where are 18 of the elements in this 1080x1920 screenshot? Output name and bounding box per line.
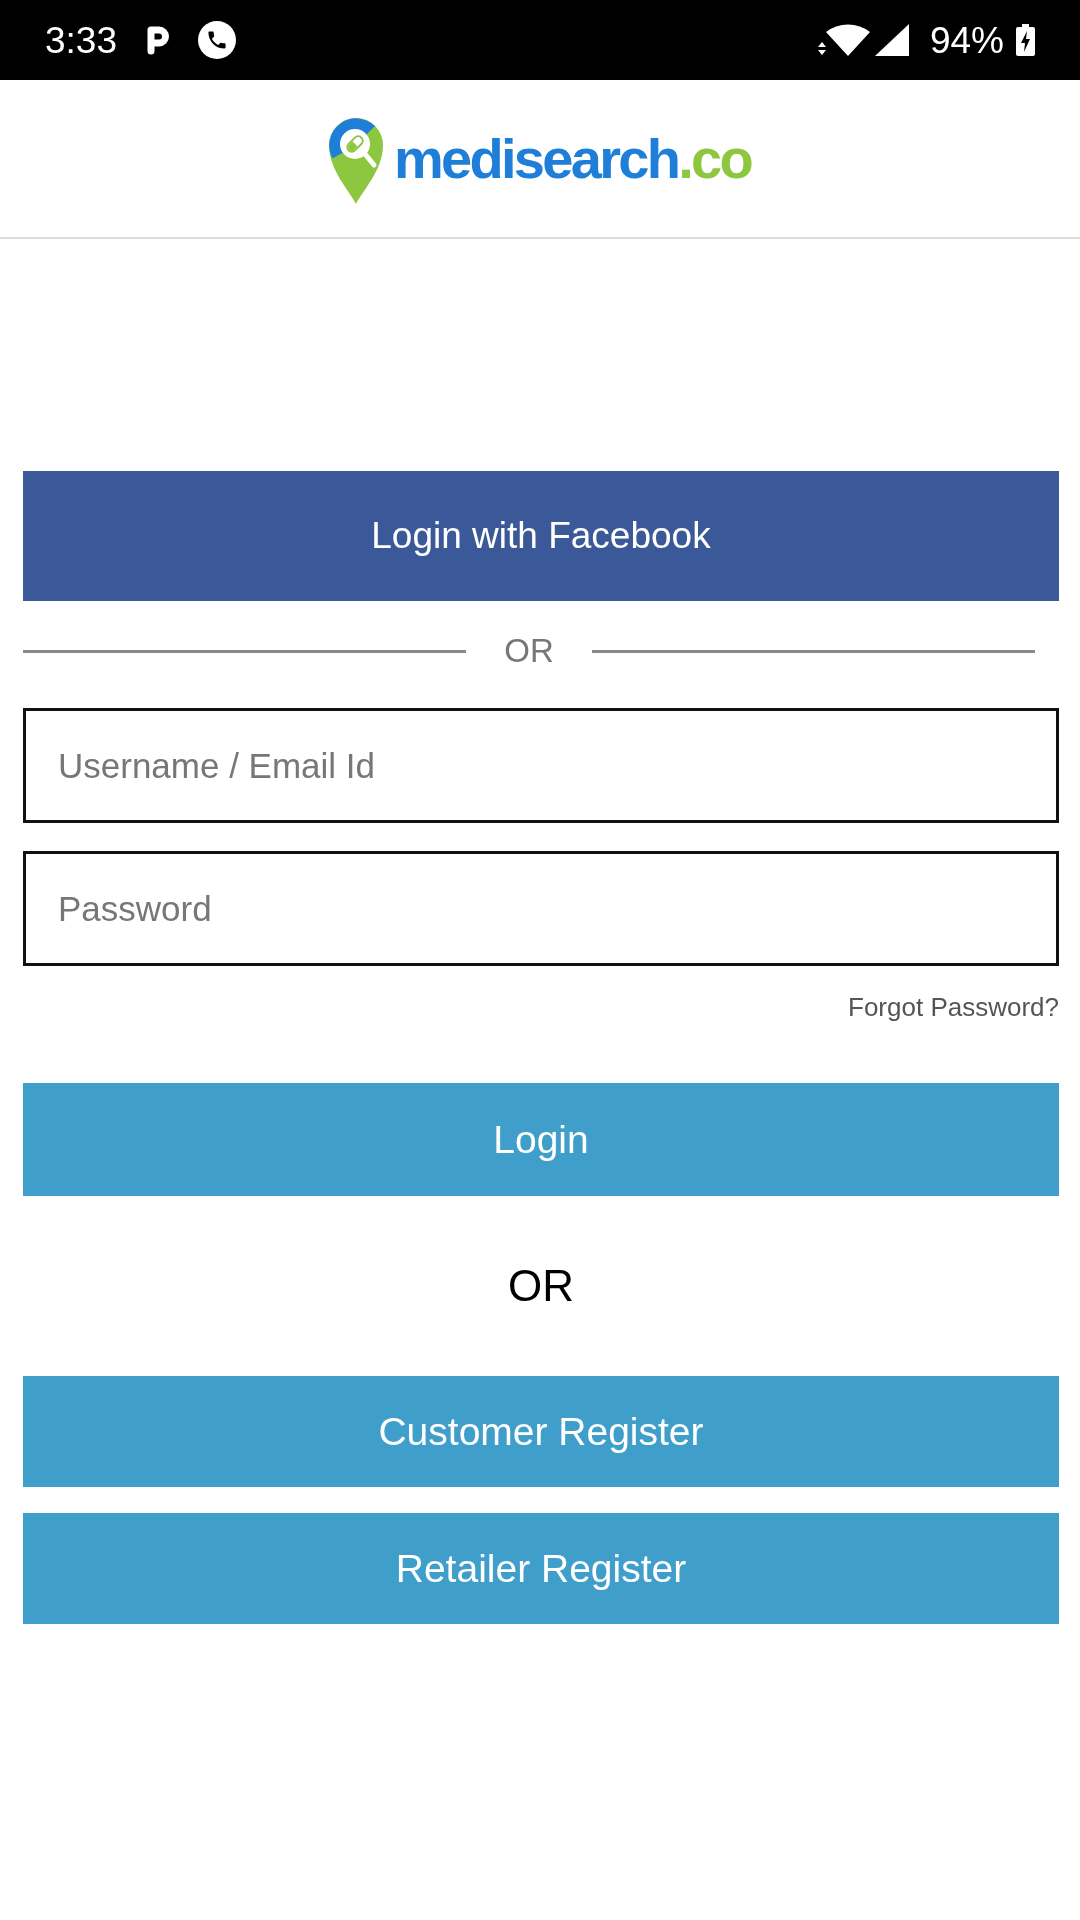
or-label: OR xyxy=(508,1261,574,1311)
username-field[interactable]: Username / Email Id xyxy=(23,708,1059,823)
register-button[interactable]: Retailer Register xyxy=(23,1513,1059,1624)
location-pin-icon xyxy=(328,117,383,204)
clock-time: 3:33 xyxy=(45,21,117,59)
facebook-login-button[interactable]: Login with Facebook xyxy=(23,471,1059,601)
brand-name: medisearch.co xyxy=(393,130,752,187)
forgot-password-link[interactable]: Forgot Password? xyxy=(848,992,1059,1022)
phone-icon xyxy=(198,21,236,59)
battery-percent: 94% xyxy=(929,21,1004,59)
signal-icon xyxy=(874,24,909,56)
battery-icon xyxy=(1016,24,1035,56)
letter-p-icon xyxy=(146,25,172,55)
wifi-icon xyxy=(817,23,870,57)
password-field[interactable]: Password xyxy=(23,851,1059,966)
or-label: OR xyxy=(504,632,554,670)
login-button[interactable]: Login xyxy=(23,1083,1059,1196)
register-button[interactable]: Customer Register xyxy=(23,1376,1059,1487)
